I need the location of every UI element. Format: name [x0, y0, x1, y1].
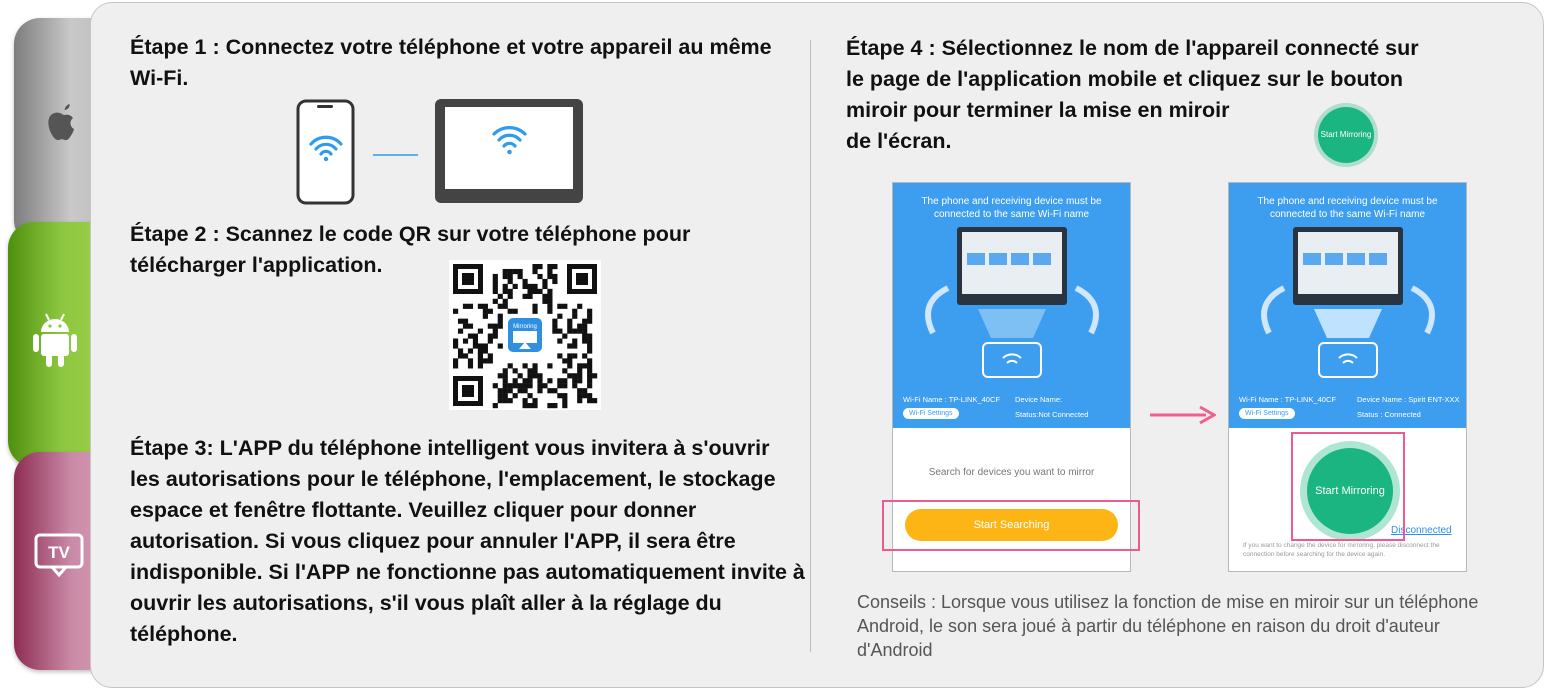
highlight-box [1291, 432, 1405, 541]
device-name: Device Name: [1015, 395, 1063, 404]
device-wifi-illustration [296, 99, 583, 205]
wifi-settings-button[interactable]: Wi-Fi Settings [903, 408, 959, 419]
app-header-text: The phone and receiving device must be c… [1257, 196, 1438, 220]
mirroring-app-logo: Mirroring [505, 315, 545, 355]
step4-text: Étape 4 : Sélectionnez le nom de l'appar… [846, 33, 1526, 157]
apple-icon [48, 104, 74, 141]
app-header-text: The phone and receiving device must be c… [921, 196, 1102, 220]
search-hint: Search for devices you want to mirror [928, 467, 1095, 478]
qr-code[interactable]: Mirroring [449, 260, 601, 410]
disconnect-note: If you want to change the device for mir… [1243, 542, 1440, 558]
wifi-settings-button[interactable]: Wi-Fi Settings [1239, 408, 1295, 419]
qr-logo-label: Mirroring [513, 324, 537, 330]
arrow-right-icon [1150, 405, 1216, 425]
connection-status: Status : Connected [1357, 410, 1421, 419]
android-icon [33, 313, 77, 367]
step4-line: miroir pour terminer la mise en miroir [846, 98, 1230, 122]
step4-line: de l'écran. [846, 129, 952, 153]
column-divider [810, 40, 811, 652]
device-name: Device Name : Spirit ENT-XXX [1357, 395, 1460, 404]
tv-label: TV [48, 543, 70, 562]
mirroring-illustration [1261, 227, 1435, 378]
tips-text: Conseils : Lorsque vous utilisez la fonc… [857, 592, 1479, 660]
tv-icon: TV [34, 533, 84, 578]
wifi-name: Wi-Fi Name : TP-LINK_40CF [903, 395, 1000, 404]
step3-text: Étape 3: L'APP du téléphone intelligent … [130, 436, 805, 646]
highlight-box [882, 500, 1140, 551]
app-header-area: The phone and receiving device must be c… [1229, 183, 1466, 428]
app-header-area: The phone and receiving device must be c… [893, 183, 1130, 428]
android-tab[interactable] [8, 222, 103, 467]
start-mirroring-badge: Start Mirroring [1318, 107, 1374, 163]
step1-text: Étape 1 : Connectez votre téléphone et v… [130, 35, 772, 90]
step4-line: Étape 4 : Sélectionnez le nom de l'appar… [846, 36, 1419, 60]
step4-line: le page de l'application mobile et cliqu… [846, 67, 1404, 91]
wifi-name: Wi-Fi Name : TP-LINK_40CF [1239, 395, 1336, 404]
connection-status: Status:Not Connected [1015, 410, 1089, 419]
mirroring-illustration [925, 227, 1099, 378]
